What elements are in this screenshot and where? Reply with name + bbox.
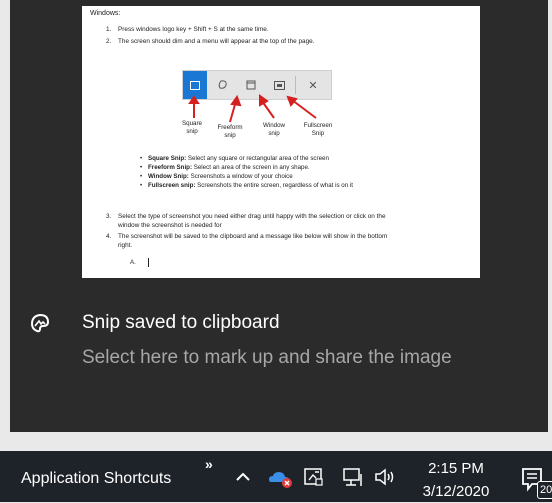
clock-time: 2:15 PM [428,460,484,477]
label-line: Window [262,122,285,129]
step-text: window the screenshot is needed for [118,222,222,229]
snip-types-list: Square Snip: Select any square or rectan… [140,154,353,190]
list-item: Square Snip: Select any square or rectan… [140,154,353,163]
window-snip-label: Window snip [252,122,296,137]
network-icon[interactable] [341,466,365,488]
bullet-term: Fullscreen snip: [148,182,196,189]
onedrive-error-icon[interactable] [267,466,295,488]
clock-date: 3/12/2020 [422,483,490,500]
screen-sketch-tray-icon[interactable] [302,466,326,488]
bullet-desc: Select an area of the screen in any shap… [192,164,310,171]
list-item: Window Snip: Screenshots a window of you… [140,172,353,181]
freeform-snip-label: Freeform snip [208,124,252,139]
bullet-desc: Screenshots a window of your choice [188,173,293,180]
snip-toast-notification[interactable]: Windows: 1. Press windows logo key + Shi… [10,0,548,432]
label-line: Snip [311,129,325,137]
list-item: Fullscreen snip: Screenshots the entire … [140,181,353,190]
list-item: Freeform Snip: Select an area of the scr… [140,163,353,172]
step-text: Select the type of screenshot you need e… [118,213,386,220]
taskbar: Application Shortcuts » 2:15 PM 3/12/202… [0,451,552,502]
toast-body[interactable]: Select here to mark up and share the ima… [82,343,482,372]
screenshot-preview[interactable]: Windows: 1. Press windows logo key + Shi… [82,6,480,278]
step-text: The screenshot will be saved to the clip… [118,233,388,240]
application-shortcuts-toolbar[interactable]: Application Shortcuts [21,470,171,488]
notification-count-badge: 20 [537,481,552,499]
toolbar-overflow-chevron[interactable]: » [205,456,213,472]
bullet-desc: Screenshots the entire screen, regardles… [195,182,353,189]
label-line: snip [224,131,236,139]
bullet-term: Square Snip: [148,155,187,162]
show-hidden-icons-chevron-up-icon[interactable] [232,467,254,487]
snip-sketch-icon [30,313,50,333]
text-caret [148,258,149,267]
sub-item-label: A. [130,259,136,266]
label-line: Fullscreen [303,122,333,129]
label-line: snip [268,129,280,137]
toast-title: Snip saved to clipboard [82,312,280,333]
taskbar-clock[interactable]: 2:15 PM 3/12/2020 [414,457,498,503]
bullet-term: Freeform Snip: [148,164,193,171]
bullet-term: Window Snip: [148,173,189,180]
volume-icon[interactable] [373,466,399,488]
label-line: Freeform [217,124,243,131]
bullet-desc: Select any square or rectangular area of… [186,155,329,162]
fullscreen-snip-label: Fullscreen Snip [296,122,340,137]
step-number: 3. [106,213,112,220]
step-number: 4. [106,233,112,240]
step-text: right. [118,242,133,249]
